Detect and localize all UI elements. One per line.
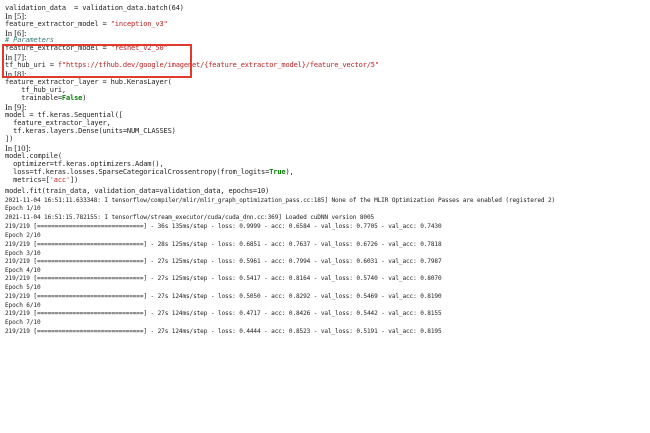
text-segment: ),: [285, 168, 294, 176]
code-line[interactable]: model.fit(train_data, validation_data=va…: [5, 187, 269, 196]
top-edge: [0, 0, 650, 2]
output-line[interactable]: Epoch 5/10: [5, 283, 41, 292]
text-segment: 2021-11-04 16:51:15.782155: I tensorflow…: [5, 214, 375, 221]
text-segment: 219/219 [==============================]…: [5, 241, 442, 248]
text-segment: Epoch 2/10: [5, 232, 41, 239]
text-segment: model.fit(train_data, validation_data=va…: [5, 187, 270, 195]
text-segment: 219/219 [==============================]…: [5, 293, 442, 300]
text-segment: 219/219 [==============================]…: [5, 275, 442, 282]
notebook-view: validation_data = validation_data.batch(…: [0, 0, 650, 433]
text-segment: feature_extractor_layer = hub.KerasLayer…: [5, 78, 172, 86]
text-segment: # Parameters: [5, 36, 54, 44]
text-segment: False: [61, 94, 83, 102]
text-segment: Epoch 5/10: [5, 284, 41, 291]
text-segment: True: [269, 168, 286, 176]
output-line[interactable]: 219/219 [==============================]…: [5, 222, 442, 231]
output-line[interactable]: 2021-11-04 16:51:15.782155: I tensorflow…: [5, 213, 374, 222]
text-segment: loss=tf.keras.losses.SparseCategoricalCr…: [5, 168, 270, 176]
text-segment: ]): [70, 176, 79, 184]
output-line[interactable]: Epoch 1/10: [5, 204, 41, 213]
output-line[interactable]: 219/219 [==============================]…: [5, 257, 442, 266]
text-segment: trainable=: [5, 94, 62, 102]
output-line[interactable]: 2021-11-04 16:51:11.633348: I tensorflow…: [5, 196, 555, 205]
text-segment: feature_extractor_layer,: [5, 119, 111, 127]
output-line[interactable]: 219/219 [==============================]…: [5, 309, 442, 318]
text-segment: tf_hub_uri,: [5, 86, 66, 94]
text-segment: ): [82, 94, 87, 102]
output-line[interactable]: 219/219 [==============================]…: [5, 292, 442, 301]
output-line[interactable]: 219/219 [==============================]…: [5, 274, 442, 283]
code-line[interactable]: metrics=['acc']): [5, 176, 78, 185]
output-line[interactable]: 219/219 [==============================]…: [5, 240, 442, 249]
text-segment: Epoch 4/10: [5, 267, 41, 274]
text-segment: 219/219 [==============================]…: [5, 328, 442, 335]
text-segment: Epoch 1/10: [5, 205, 41, 212]
text-segment: "inception_v3": [110, 20, 168, 28]
text-segment: 219/219 [==============================]…: [5, 223, 442, 230]
text-segment: metrics=[: [5, 176, 50, 184]
text-segment: tf.keras.layers.Dense(units=NUM_CLASSES): [5, 127, 176, 135]
text-segment: model.compile(: [5, 152, 62, 160]
text-segment: Epoch 3/10: [5, 250, 41, 257]
output-line[interactable]: Epoch 7/10: [5, 318, 41, 327]
output-line[interactable]: 219/219 [==============================]…: [5, 327, 442, 336]
highlight-box: [2, 44, 192, 78]
text-segment: Epoch 6/10: [5, 302, 41, 309]
text-segment: 219/219 [==============================]…: [5, 258, 442, 265]
code-line[interactable]: feature_extractor_model = "inception_v3": [5, 20, 168, 29]
text-segment: optimizer=tf.keras.optimizers.Adam(),: [5, 160, 164, 168]
text-segment: 219/219 [==============================]…: [5, 310, 442, 317]
text-segment: 2021-11-04 16:51:11.633348: I tensorflow…: [5, 197, 556, 204]
text-segment: ]): [5, 135, 14, 143]
text-segment: validation_data = validation_data.batch(…: [5, 4, 184, 12]
text-segment: Epoch 7/10: [5, 319, 41, 326]
text-segment: 'acc': [49, 176, 71, 184]
text-segment: model = tf.keras.Sequential([: [5, 111, 123, 119]
text-segment: feature_extractor_model =: [5, 20, 111, 28]
code-line[interactable]: validation_data = validation_data.batch(…: [5, 4, 184, 13]
code-line[interactable]: tf.keras.layers.Dense(units=NUM_CLASSES): [5, 127, 176, 136]
output-line[interactable]: Epoch 2/10: [5, 231, 41, 240]
